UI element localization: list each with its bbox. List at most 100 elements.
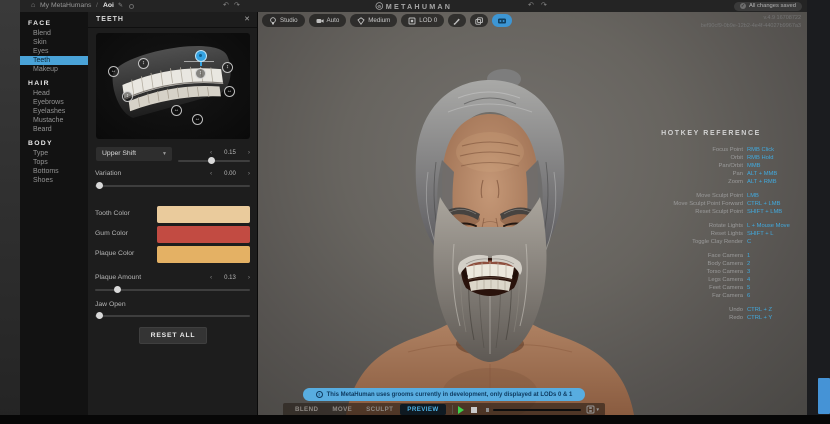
slider-thumb[interactable] (208, 157, 215, 164)
jaw-open-slider[interactable] (95, 311, 250, 320)
chevron-down-icon: ▼ (162, 147, 167, 161)
increment-icon[interactable]: › (248, 149, 250, 156)
color-swatch[interactable] (157, 206, 250, 223)
sidebar-item[interactable]: Mustache (20, 116, 88, 125)
teeth-preview[interactable]: ↕ ↕ ↔ ↕ ↔ ↕ ↔ ↔ (96, 33, 250, 139)
teeth-handle[interactable]: ↔ (171, 105, 182, 116)
slider-thumb[interactable] (96, 312, 103, 319)
teeth-handle[interactable]: ↔ (224, 86, 235, 97)
hotkey-label: Move Sculpt Point (631, 193, 747, 199)
build-version: v.4.9 16708722 bef90cf9-0b9e-12b2-4e4f-4… (701, 14, 801, 30)
decrement-icon[interactable]: ‹ (210, 149, 212, 156)
hotkey-label: Redo (631, 315, 747, 321)
increment-icon[interactable]: › (248, 170, 250, 177)
sidebar-item[interactable]: Teeth (20, 56, 88, 65)
right-edge-column (807, 0, 830, 424)
sidebar-item[interactable]: Beard (20, 125, 88, 134)
reset-all-button[interactable]: RESET ALL (139, 327, 207, 344)
check-icon: ✓ (740, 3, 746, 9)
play-button[interactable] (458, 406, 464, 414)
variation-stepper[interactable]: ‹ 0.00 › (210, 169, 250, 178)
increment-icon[interactable]: › (248, 274, 250, 281)
sidebar-item[interactable]: Eyelashes (20, 107, 88, 116)
active-sculpt-handle[interactable] (195, 50, 207, 62)
hotkey-value: 5 (747, 285, 791, 291)
hotkey-label: Rotate Lights (631, 223, 747, 229)
hair-preview-toggle[interactable] (492, 14, 512, 27)
upper-shift-slider[interactable] (178, 156, 250, 165)
teeth-handle[interactable]: ↕ (122, 91, 133, 102)
timeline-handle[interactable] (486, 408, 489, 412)
camera-label: Auto (327, 17, 340, 24)
sidebar-item[interactable]: Head (20, 89, 88, 98)
hotkey-row: Far Camera 6 (631, 292, 791, 300)
sidebar-item[interactable]: Eyes (20, 47, 88, 56)
decrement-icon[interactable]: ‹ (210, 274, 212, 281)
history-forward-icon[interactable]: ↷ (234, 0, 240, 12)
sidebar-item[interactable]: Eyebrows (20, 98, 88, 107)
info-icon[interactable] (129, 4, 134, 9)
decrement-icon[interactable]: ‹ (210, 170, 212, 177)
hotkey-row: Reset Lights SHIFT + L (631, 230, 791, 238)
plaque-amount-slider[interactable] (95, 285, 250, 294)
save-status-badge: ✓ All changes saved (734, 2, 802, 11)
mode-tab[interactable]: MOVE (325, 404, 359, 415)
left-gutter (0, 0, 20, 424)
animation-select-button[interactable]: ▼ (586, 405, 600, 414)
sidebar-item[interactable]: Makeup (20, 65, 88, 74)
teeth-handle[interactable]: ↔ (192, 114, 203, 125)
color-swatch[interactable] (157, 246, 250, 263)
clay-render-button[interactable] (470, 14, 488, 27)
slider-thumb[interactable] (114, 286, 121, 293)
rename-icon[interactable]: ✎ (118, 0, 123, 12)
slider-track[interactable] (95, 185, 250, 187)
sidebar-hair-items: HeadEyebrowsEyelashesMustacheBeard (20, 89, 88, 134)
teeth-handle[interactable]: ↕ (138, 58, 149, 69)
gem-icon (357, 17, 365, 25)
slider-track[interactable] (95, 315, 250, 317)
color-label: Plaque Color (95, 250, 134, 257)
caret-down-icon: ▼ (596, 407, 600, 412)
sidebar-item[interactable]: Skin (20, 38, 88, 47)
lod-button[interactable]: LOD 0 (401, 14, 444, 27)
color-swatch[interactable] (157, 226, 250, 243)
mode-tab[interactable]: SCULPT (359, 404, 400, 415)
app-logo: METAHUMAN (375, 0, 452, 12)
plaque-amount-stepper[interactable]: ‹ 0.13 › (210, 273, 250, 282)
teeth-handle[interactable]: ↕ (195, 68, 206, 79)
hotkey-value: L + Mouse Move (747, 223, 791, 229)
sidebar-item[interactable]: Type (20, 149, 88, 158)
hotkey-label: Body Camera (631, 261, 747, 267)
breadcrumb-root[interactable]: My MetaHumans (40, 0, 91, 12)
sidebar-item[interactable]: Tops (20, 158, 88, 167)
hotkey-row: Rotate Lights L + Mouse Move (631, 222, 791, 230)
environment-button[interactable]: Studio (262, 14, 305, 27)
sidebar-item[interactable]: Bottoms (20, 167, 88, 176)
variation-slider[interactable] (95, 181, 250, 190)
sidebar-section-face: FACE BlendSkinEyesTeethMakeup (20, 19, 88, 74)
timeline-track[interactable] (493, 409, 581, 411)
camera-auto-button[interactable]: Auto (309, 14, 347, 27)
sculpt-tool-button[interactable] (448, 14, 466, 27)
slider-thumb[interactable] (96, 182, 103, 189)
sidebar-item[interactable]: Shoes (20, 176, 88, 185)
viewport-control-bar: BLEND MOVE SCULPT PREVIEW ▼ (283, 403, 605, 415)
top-bar: ⌂ My MetaHumans / Aoi ✎ ↶ ↷ METAHUMAN ↶ … (20, 0, 807, 12)
teeth-handle[interactable]: ↔ (108, 66, 119, 77)
hotkey-row: Pan ALT + MMB (631, 170, 791, 178)
mode-tab[interactable]: BLEND (288, 404, 325, 415)
history-back-icon[interactable]: ↶ (223, 0, 229, 12)
sidebar-item[interactable]: Blend (20, 29, 88, 38)
sculpt-mode-dropdown[interactable]: Upper Shift ▼ (96, 147, 172, 161)
stop-button[interactable] (471, 407, 476, 413)
teeth-handle[interactable]: ↕ (222, 62, 233, 73)
home-icon[interactable]: ⌂ (31, 0, 35, 12)
save-status-text: All changes saved (749, 3, 796, 9)
3d-viewport[interactable]: Studio Auto Medium LOD 0 (258, 12, 807, 415)
mode-tab[interactable]: PREVIEW (400, 404, 445, 415)
undo-icon[interactable]: ↶ (528, 0, 534, 12)
quality-button[interactable]: Medium (350, 14, 397, 27)
redo-icon[interactable]: ↷ (541, 0, 547, 12)
sidebar-header-face: FACE (20, 19, 88, 29)
close-icon[interactable]: ✕ (244, 12, 250, 28)
